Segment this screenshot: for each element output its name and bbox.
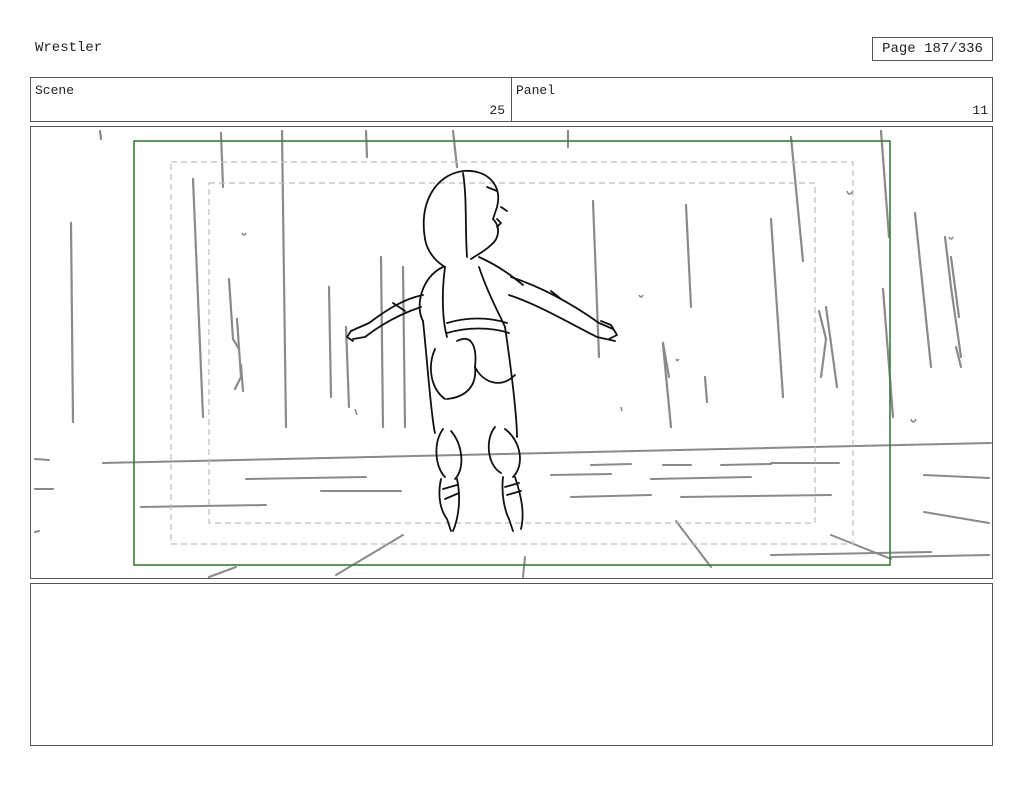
panel-notes-box[interactable] bbox=[30, 583, 993, 746]
camera-frame bbox=[133, 140, 891, 566]
wrestler-figure bbox=[346, 170, 618, 532]
scene-cell: Scene 25 bbox=[31, 78, 512, 121]
page-number-box: Page 187/336 bbox=[872, 37, 993, 61]
title-safe-inner bbox=[208, 182, 816, 524]
panel-cell: Panel 11 bbox=[512, 78, 994, 121]
scene-panel-info-row: Scene 25 Panel 11 bbox=[30, 77, 993, 122]
panel-value: 11 bbox=[972, 103, 988, 118]
panel-sketch bbox=[34, 129, 992, 578]
panel-label: Panel bbox=[516, 83, 556, 98]
storyboard-title: Wrestler bbox=[35, 40, 103, 56]
floor-strokes bbox=[34, 442, 992, 578]
scene-label: Scene bbox=[35, 83, 75, 98]
storyboard-panel-frame bbox=[30, 126, 993, 579]
scene-value: 25 bbox=[489, 103, 505, 118]
title-safe-outer bbox=[170, 161, 854, 545]
